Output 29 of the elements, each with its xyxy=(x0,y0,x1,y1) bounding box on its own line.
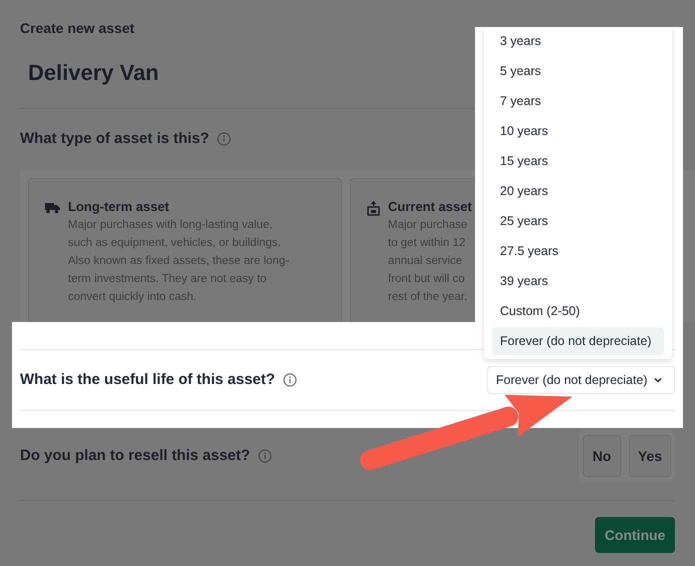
choice-button[interactable]: No xyxy=(582,435,621,477)
chevron-down-icon xyxy=(654,377,662,383)
truck-icon xyxy=(45,202,60,214)
info-icon xyxy=(283,373,298,387)
question-label: Do you plan to resell this asset? xyxy=(20,446,250,466)
question-label: What type of asset is this? xyxy=(20,129,210,149)
dropdown-option[interactable]: 15 years xyxy=(492,147,664,175)
useful-life-select[interactable]: Forever (do not depreciate) xyxy=(487,366,675,394)
card-title: Current asset xyxy=(388,198,472,216)
box-icon xyxy=(367,200,380,216)
dropdown-option[interactable]: Forever (do not depreciate) xyxy=(492,327,664,355)
dropdown-option[interactable]: 10 years xyxy=(492,117,664,145)
info-icon xyxy=(217,132,232,146)
dropdown-option[interactable]: 7 years xyxy=(492,87,664,115)
dropdown-option[interactable]: 20 years xyxy=(492,177,664,205)
dropdown-option[interactable]: 5 years xyxy=(492,57,664,85)
info-icon xyxy=(258,449,272,463)
card-description: Major purchase to get within 12 annual service front but will co rest of the year. xyxy=(388,218,468,304)
question-label: What is the useful life of this asset? xyxy=(20,370,276,390)
dropdown-option[interactable]: 27.5 years xyxy=(492,237,664,265)
dropdown-option[interactable]: Custom (2-50) xyxy=(492,297,664,325)
asset-type-card[interactable] xyxy=(28,178,342,322)
card-description: Major purchases with long-lasting value, such as equipment, vehicles, or buildings. Also known as fixed assets, these are long- term investments. They are not easy to convert quickly into cash. xyxy=(68,218,290,304)
choice-button[interactable]: Yes xyxy=(628,435,671,477)
dialog-title: Create new asset xyxy=(20,20,136,36)
dropdown-option[interactable]: 3 years xyxy=(492,27,664,55)
card-title: Long-term asset xyxy=(68,198,170,216)
dropdown-option[interactable]: 39 years xyxy=(492,267,664,295)
dropdown-option[interactable]: 25 years xyxy=(492,207,664,235)
